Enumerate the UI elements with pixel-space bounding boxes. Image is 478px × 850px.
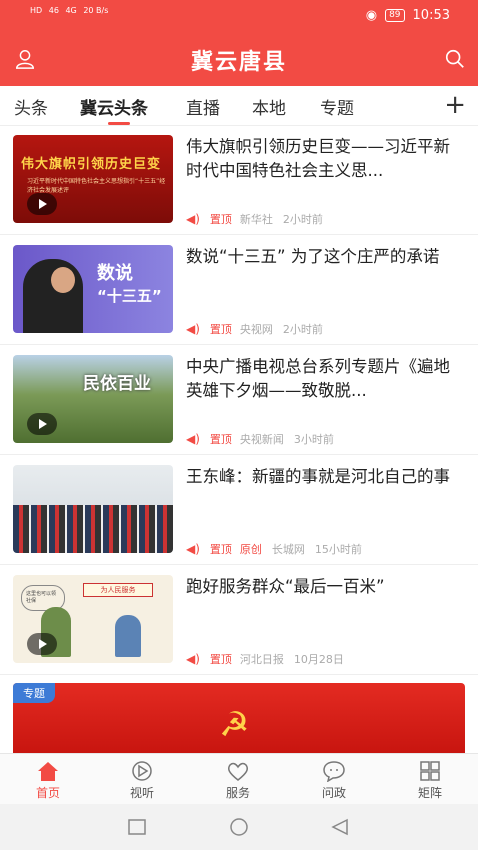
tab-jiyun-headlines[interactable]: 冀云头条 (80, 94, 148, 119)
pinned-badge: 置顶 (209, 433, 232, 446)
tab-special[interactable]: 专题 (320, 94, 354, 119)
status-bar: HD 46 4G 20 B/s ◉ 89 10:53 (0, 0, 478, 30)
system-nav-bar (0, 804, 478, 850)
news-meta: ◀) 置顶 河北日报 10月28日 (186, 651, 344, 667)
topic-tag: 专题 (13, 683, 55, 703)
nav-home[interactable]: 首页 (18, 760, 78, 801)
news-source: 长城网 (271, 543, 305, 556)
top-bar: HD 46 4G 20 B/s ◉ 89 10:53 冀云唐县 (0, 0, 478, 86)
net-speed: 20 B/s (83, 6, 109, 15)
thumbnail-title-2: “十三五” (97, 287, 162, 305)
news-thumbnail[interactable]: 民依百业 (13, 355, 173, 443)
status-right: ◉ 89 10:53 (366, 8, 450, 23)
channel-tabs: 头条 冀云头条 直播 本地 专题 + (0, 86, 478, 126)
news-headline[interactable]: 中央广播电视总台系列专题片《遍地英雄下夕烟——致敬脱... (186, 355, 464, 403)
signal-label: 46 (48, 6, 59, 15)
news-source: 河北日报 (239, 653, 284, 666)
service-sign: 为人民服务 (83, 583, 153, 597)
nav-label: 服务 (225, 786, 250, 800)
news-meta: ◀) 置顶 新华社 2小时前 (186, 211, 323, 227)
status-left: HD 46 4G 20 B/s (30, 6, 112, 15)
chat-bubble-icon (323, 761, 345, 782)
back-icon[interactable] (330, 818, 350, 836)
battery-icon: 89 (385, 9, 405, 22)
news-time: 2小时前 (282, 323, 323, 336)
eye-icon: ◉ (365, 8, 378, 23)
news-time: 3小时前 (293, 433, 334, 446)
speaker-icon[interactable]: ◀) (186, 212, 200, 226)
play-icon[interactable] (27, 193, 57, 215)
news-time: 15小时前 (314, 543, 362, 556)
news-item[interactable]: 王东峰：新疆的事就是河北自己的事 ◀) 置顶 原创 长城网 15小时前 (0, 455, 478, 565)
news-item[interactable]: 这里也可以领社保 为人民服务 跑好服务群众“最后一百米” ◀) 置顶 河北日报 … (0, 565, 478, 675)
search-icon[interactable] (444, 48, 466, 70)
bottom-nav: 首页 视听 服务 问政 矩阵 (0, 753, 478, 804)
tab-live[interactable]: 直播 (186, 94, 220, 119)
speaker-icon[interactable]: ◀) (186, 652, 200, 666)
play-icon[interactable] (27, 413, 57, 435)
news-headline[interactable]: 伟大旗帜引领历史巨变——习近平新时代中国特色社会主义思... (186, 135, 464, 183)
person-figure (23, 259, 83, 333)
sim-label: HD (30, 6, 43, 15)
news-source: 央视网 (239, 323, 273, 336)
pinned-badge: 置顶 (209, 653, 232, 666)
news-source: 央视新闻 (239, 433, 284, 446)
original-badge: 原创 (239, 543, 262, 556)
play-icon[interactable] (27, 633, 57, 655)
news-thumbnail[interactable]: 这里也可以领社保 为人民服务 (13, 575, 173, 663)
add-channel-button[interactable]: + (444, 92, 466, 118)
news-item[interactable]: 伟大旗帜引领历史巨变 习近平新时代中国特色社会主义思想指引“十三五”经济社会发展… (0, 125, 478, 235)
nav-matrix[interactable]: 矩阵 (400, 760, 460, 801)
status-time: 10:53 (412, 8, 450, 23)
pinned-badge: 置顶 (209, 543, 232, 556)
news-meta: ◀) 置顶 原创 长城网 15小时前 (186, 541, 362, 557)
news-meta: ◀) 置顶 央视网 2小时前 (186, 321, 323, 337)
tab-local[interactable]: 本地 (252, 94, 286, 119)
news-headline[interactable]: 王东峰：新疆的事就是河北自己的事 (186, 465, 464, 489)
news-item[interactable]: 数说 “十三五” 数说“十三五” 为了这个庄严的承诺 ◀) 置顶 央视网 2小时… (0, 235, 478, 345)
pinned-badge: 置顶 (209, 323, 232, 336)
nav-label: 矩阵 (417, 786, 442, 800)
signal-label-2: 4G (65, 6, 77, 15)
thumbnail-title: 数说 (97, 263, 133, 284)
home-icon (38, 762, 58, 781)
nav-label: 视听 (129, 786, 154, 800)
news-meta: ◀) 置顶 央视新闻 3小时前 (186, 431, 334, 447)
pinned-badge: 置顶 (209, 213, 232, 226)
news-headline[interactable]: 数说“十三五” 为了这个庄严的承诺 (186, 245, 464, 269)
nav-label: 首页 (35, 786, 60, 800)
news-thumbnail[interactable] (13, 465, 173, 553)
page-title: 冀云唐县 (190, 50, 287, 75)
news-thumbnail[interactable]: 数说 “十三五” (13, 245, 173, 333)
speaker-icon[interactable]: ◀) (186, 432, 200, 446)
crowd-photo (13, 505, 173, 553)
play-circle-icon (132, 761, 152, 781)
thumbnail-title: 伟大旗帜引领历史巨变 (21, 157, 162, 172)
grid-icon (420, 761, 440, 781)
cartoon-figure (115, 615, 141, 657)
app-header: 冀云唐县 (0, 30, 478, 86)
news-time: 2小时前 (282, 213, 323, 226)
thumbnail-title: 民依百业 (83, 374, 151, 394)
nav-media[interactable]: 视听 (112, 760, 172, 801)
speaker-icon[interactable]: ◀) (186, 542, 200, 556)
news-thumbnail[interactable]: 伟大旗帜引领历史巨变 习近平新时代中国特色社会主义思想指引“十三五”经济社会发展… (13, 135, 173, 223)
special-topic-banner[interactable]: 专题 ☭ (13, 683, 465, 753)
news-time: 10月28日 (293, 653, 344, 666)
home-button-icon[interactable] (228, 818, 250, 836)
recents-icon[interactable] (127, 818, 147, 836)
news-source: 新华社 (239, 213, 273, 226)
tab-headlines[interactable]: 头条 (14, 94, 48, 119)
heart-hands-icon (227, 762, 249, 781)
nav-label: 问政 (321, 786, 346, 800)
party-emblem-icon: ☭ (219, 705, 250, 745)
nav-service[interactable]: 服务 (208, 760, 268, 801)
news-item[interactable]: 民依百业 中央广播电视总台系列专题片《遍地英雄下夕烟——致敬脱... ◀) 置顶… (0, 345, 478, 455)
nav-inquiry[interactable]: 问政 (304, 760, 364, 801)
speaker-icon[interactable]: ◀) (186, 322, 200, 336)
news-headline[interactable]: 跑好服务群众“最后一百米” (186, 575, 464, 599)
